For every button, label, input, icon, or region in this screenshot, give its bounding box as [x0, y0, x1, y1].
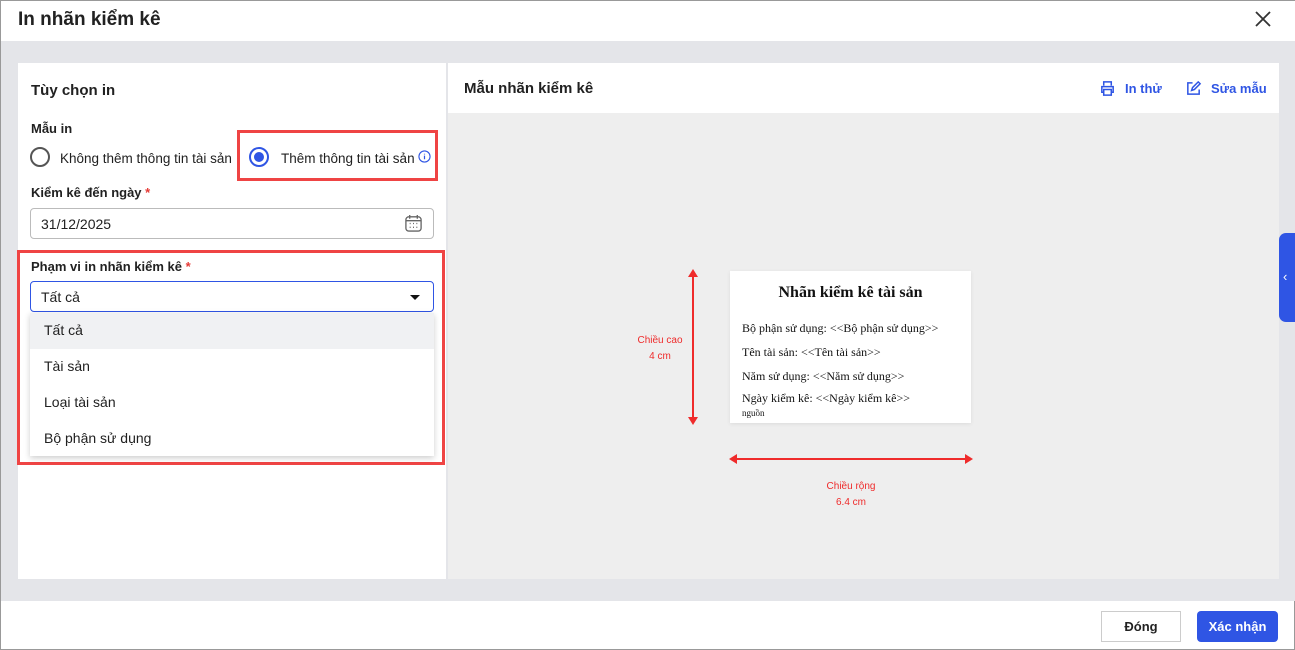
scope-dropdown-menu: Tất cả Tài sản Loại tài sản Bộ phận sử d…	[30, 313, 434, 456]
date-input[interactable]: 31/12/2025	[30, 208, 434, 239]
preview-heading: Mẫu nhãn kiểm kê	[464, 80, 594, 97]
scope-option-department[interactable]: Bộ phận sử dụng	[30, 421, 434, 457]
dialog-header	[1, 1, 1295, 41]
radio-add-asset-info[interactable]	[249, 147, 269, 167]
edit-template-button[interactable]: Sửa mẫu	[1185, 80, 1267, 97]
card-title: Nhãn kiểm kê tài sản	[778, 284, 923, 301]
caret-down-icon[interactable]	[410, 295, 420, 300]
collapse-panel-tab[interactable]: ‹	[1279, 233, 1295, 322]
radio-no-asset-info[interactable]	[30, 147, 50, 167]
width-arrow	[729, 454, 973, 464]
template-label: Mẫu in	[31, 121, 73, 136]
width-dimension: Chiều rộng 6.4 cm	[826, 481, 876, 508]
calendar-icon[interactable]	[404, 214, 423, 233]
close-icon[interactable]	[1251, 7, 1275, 31]
close-button-label: Đóng	[1124, 619, 1158, 634]
scope-select[interactable]: Tất cả	[30, 281, 434, 312]
date-label: Kiểm kê đến ngày *	[31, 185, 151, 200]
options-heading: Tùy chọn in	[31, 82, 116, 99]
printer-icon	[1101, 81, 1114, 96]
confirm-button[interactable]: Xác nhận	[1197, 611, 1278, 642]
print-test-button[interactable]: In thử	[1099, 80, 1162, 97]
close-button[interactable]: Đóng	[1101, 611, 1181, 642]
chevron-left-icon: ‹	[1283, 269, 1288, 284]
dialog-title: In nhãn kiểm kê	[18, 9, 161, 30]
card-line: Bộ phận sử dụng: <<Bộ phận sử dụng>>	[742, 321, 939, 335]
radio-yes-label: Thêm thông tin tài sản	[281, 151, 415, 166]
card-line: Năm sử dụng: <<Năm sử dụng>>	[742, 369, 905, 383]
scope-option-asset-type[interactable]: Loại tài sản	[30, 385, 434, 421]
edit-icon	[1187, 80, 1202, 95]
scope-option-all[interactable]: Tất cả	[30, 313, 434, 349]
height-dimension: Chiều cao 4 cm	[637, 335, 683, 362]
card-line: nguồn	[742, 408, 765, 418]
radio-no-label: Không thêm thông tin tài sản	[60, 151, 232, 166]
scope-label: Phạm vi in nhãn kiểm kê *	[31, 259, 191, 274]
label-preview-card: Nhãn kiểm kê tài sản Bộ phận sử dụng: <<…	[730, 271, 971, 423]
card-line: Ngày kiểm kê: <<Ngày kiểm kê>>	[742, 391, 911, 405]
scope-option-asset[interactable]: Tài sản	[30, 349, 434, 385]
card-line: Tên tài sản: <<Tên tài sản>>	[742, 345, 881, 359]
info-icon[interactable]	[418, 150, 431, 163]
